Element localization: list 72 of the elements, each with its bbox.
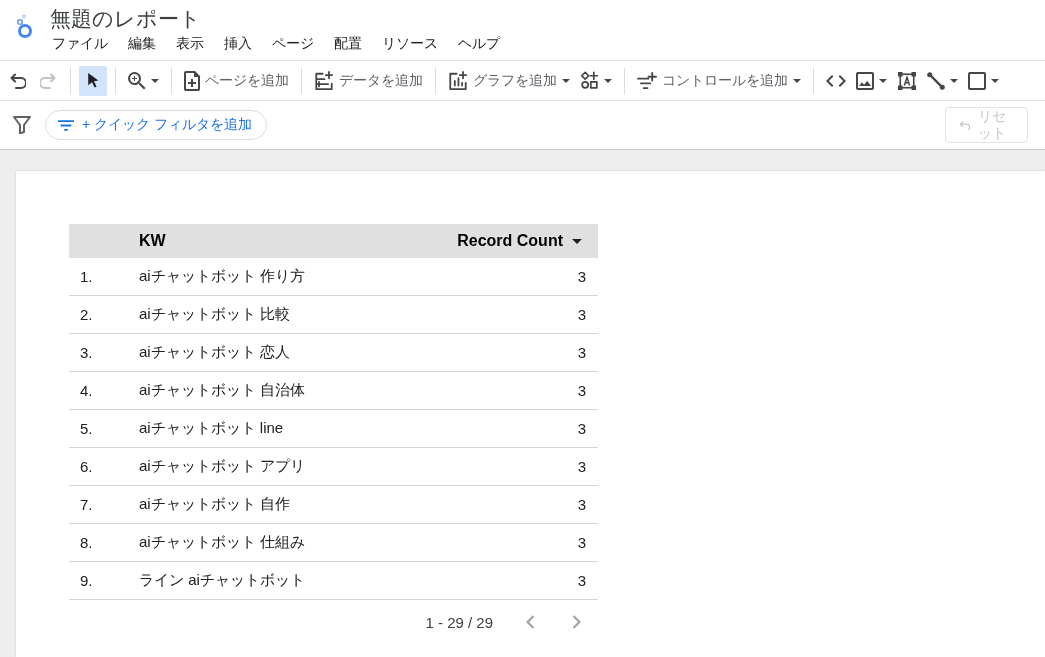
table-cell-text: 3 [577, 306, 587, 323]
filter-icon [13, 116, 31, 134]
add-page-button[interactable]: ページを追加 [180, 65, 293, 96]
column-header[interactable]: Record Count [457, 232, 582, 250]
add-control-button[interactable]: コントロールを追加 [633, 65, 805, 96]
caret-icon [151, 78, 159, 83]
caret-icon [562, 78, 570, 83]
add-chart-button[interactable]: グラフを追加 [444, 65, 574, 96]
add-data-button[interactable]: データを追加 [310, 65, 427, 96]
caret-icon [991, 78, 999, 83]
image-icon [856, 71, 874, 90]
row-number: 2. [79, 306, 94, 323]
row-number: 6. [79, 458, 94, 475]
code-icon [826, 73, 846, 88]
table-cell: aiチャットボット 比較 [139, 305, 290, 324]
chart-plus-icon [448, 70, 468, 91]
caret-icon [572, 238, 582, 244]
logo-icon [17, 14, 33, 39]
table-cell-text: 3 [577, 572, 587, 589]
menu-item[interactable]: ヘルプ [456, 35, 502, 53]
menu-item[interactable]: 挿入 [222, 35, 254, 53]
caret-icon [604, 78, 612, 83]
table-cell-text: 3 [577, 268, 587, 285]
zoom-in-icon [128, 71, 146, 90]
shapes-icon [580, 71, 599, 90]
row-number: 5. [79, 420, 94, 437]
table-cell: aiチャットボット 自治体 [139, 381, 305, 400]
table-cell: ライン aiチャットボット [139, 571, 305, 590]
row-number: 1. [79, 268, 94, 285]
menu-item[interactable]: 表示 [174, 35, 206, 53]
caret-icon [950, 78, 958, 83]
caret-icon [879, 78, 887, 83]
row-number: 7. [79, 496, 94, 513]
row-number: 8. [79, 534, 94, 551]
document-plus-icon [184, 70, 200, 91]
report-title: 無題のレポート [50, 6, 202, 32]
select-button[interactable] [79, 65, 107, 96]
table-cell: aiチャットボット 作り方 [139, 267, 305, 286]
menu-item[interactable]: 編集 [126, 35, 158, 53]
chevron-right-icon [571, 615, 581, 629]
undo-icon [959, 120, 970, 130]
table-cell-text: 3 [577, 458, 587, 475]
row-number: 4. [79, 382, 94, 399]
undo-icon [10, 72, 26, 89]
table-cell: aiチャットボット アプリ [139, 457, 305, 476]
text-box-icon [898, 71, 916, 90]
pointer-icon [87, 73, 99, 88]
row-number: 9. [79, 572, 94, 589]
filter-list-icon [58, 119, 74, 131]
filter-plus-icon [637, 71, 657, 90]
redo-icon [40, 72, 56, 89]
caret-icon [793, 78, 801, 83]
menu-item[interactable]: 配置 [332, 35, 364, 53]
table-cell-text: 3 [577, 344, 587, 361]
table-cell-text: 3 [577, 534, 587, 551]
line-icon [927, 71, 945, 90]
list-plus-icon [314, 70, 334, 91]
table-cell: aiチャットボット 自作 [139, 495, 290, 514]
table-cell: aiチャットボット line [139, 419, 284, 438]
chevron-left-icon [525, 615, 535, 629]
table-cell-text: 3 [577, 382, 587, 399]
page-range: 1 - 29 / 29 [425, 613, 493, 631]
table-cell-text: 3 [577, 420, 587, 437]
column-header[interactable]: KW [139, 232, 166, 250]
square-icon [968, 71, 986, 90]
menu-item[interactable]: リソース [380, 35, 440, 53]
row-number: 3. [79, 344, 94, 361]
table-cell: aiチャットボット 恋人 [139, 343, 290, 362]
table-cell-text: 3 [577, 496, 587, 513]
menu-item[interactable]: ファイル [50, 35, 110, 53]
table-cell: aiチャットボット 仕組み [139, 533, 305, 552]
menu-item[interactable]: ページ [270, 35, 316, 53]
